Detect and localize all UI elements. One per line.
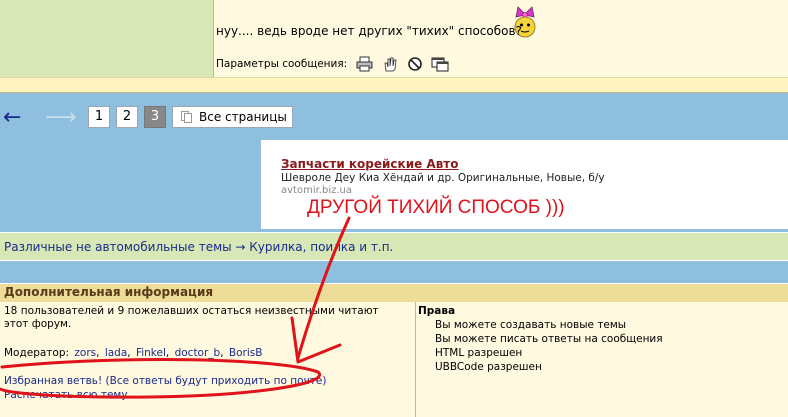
page-button-2[interactable]: 2 xyxy=(116,106,138,128)
next-page-arrow: ⟶ xyxy=(45,105,77,130)
rights-title: Права xyxy=(418,305,456,317)
rights-item: Вы можете создавать новые темы xyxy=(435,319,627,331)
rights-item: Вы можете писать ответы на сообщения xyxy=(435,333,663,345)
annotation-text: ДРУГОЙ ТИХИЙ СПОСОБ ))) xyxy=(307,197,565,218)
all-pages-label: Все страницы xyxy=(199,110,287,124)
favorite-thread-link[interactable]: Избранная ветвь! (Все ответы будут прихо… xyxy=(4,375,326,387)
rights-item: HTML разрешен xyxy=(435,347,523,359)
hand-icon[interactable] xyxy=(381,56,399,72)
moderator-link[interactable]: zors xyxy=(74,347,96,359)
online-users-text: 18 пользователей и 9 пожелавших остаться… xyxy=(4,305,379,330)
all-pages-button[interactable]: Все страницы xyxy=(172,106,293,128)
page-button-1[interactable]: 1 xyxy=(88,106,110,128)
pages-icon xyxy=(181,111,192,123)
print-icon[interactable] xyxy=(356,56,374,72)
ad-description: Шевроле Деу Киа Хёндай и др. Оригинальны… xyxy=(281,172,605,184)
post-author-cell xyxy=(0,0,214,77)
moderator-link[interactable]: lada xyxy=(105,347,127,359)
ad-title-link[interactable]: Запчасти корейские Авто xyxy=(281,157,459,171)
moderator-link[interactable]: doctor_b xyxy=(175,347,221,359)
window-icon[interactable] xyxy=(431,56,449,72)
info-header: Дополнительная информация xyxy=(4,285,214,299)
print-thread-link[interactable]: Распечатать всю тему xyxy=(4,389,128,401)
moderator-link[interactable]: BorisB xyxy=(229,347,263,359)
page-button-3-current: 3 xyxy=(144,106,166,128)
moderator-label: Модератор: xyxy=(4,347,70,359)
post-params: Параметры сообщения: xyxy=(216,56,449,72)
post-text: нуу.... ведь вроде нет других "тихих" сп… xyxy=(216,24,522,38)
params-label: Параметры сообщения: xyxy=(216,58,348,70)
breadcrumb[interactable]: Различные не автомобильные темы → Курилк… xyxy=(4,240,393,254)
ban-icon[interactable] xyxy=(406,56,424,72)
ad-url[interactable]: avtomir.biz.ua xyxy=(281,185,352,196)
moderator-link[interactable]: Finkel xyxy=(136,347,166,359)
post-footer-bar xyxy=(0,77,788,93)
prev-page-arrow[interactable]: ← xyxy=(3,107,21,129)
rights-item: UBBCode разрешен xyxy=(435,361,542,373)
moderators-line: Модератор: zors, lada, Finkel, doctor_b,… xyxy=(4,347,263,359)
